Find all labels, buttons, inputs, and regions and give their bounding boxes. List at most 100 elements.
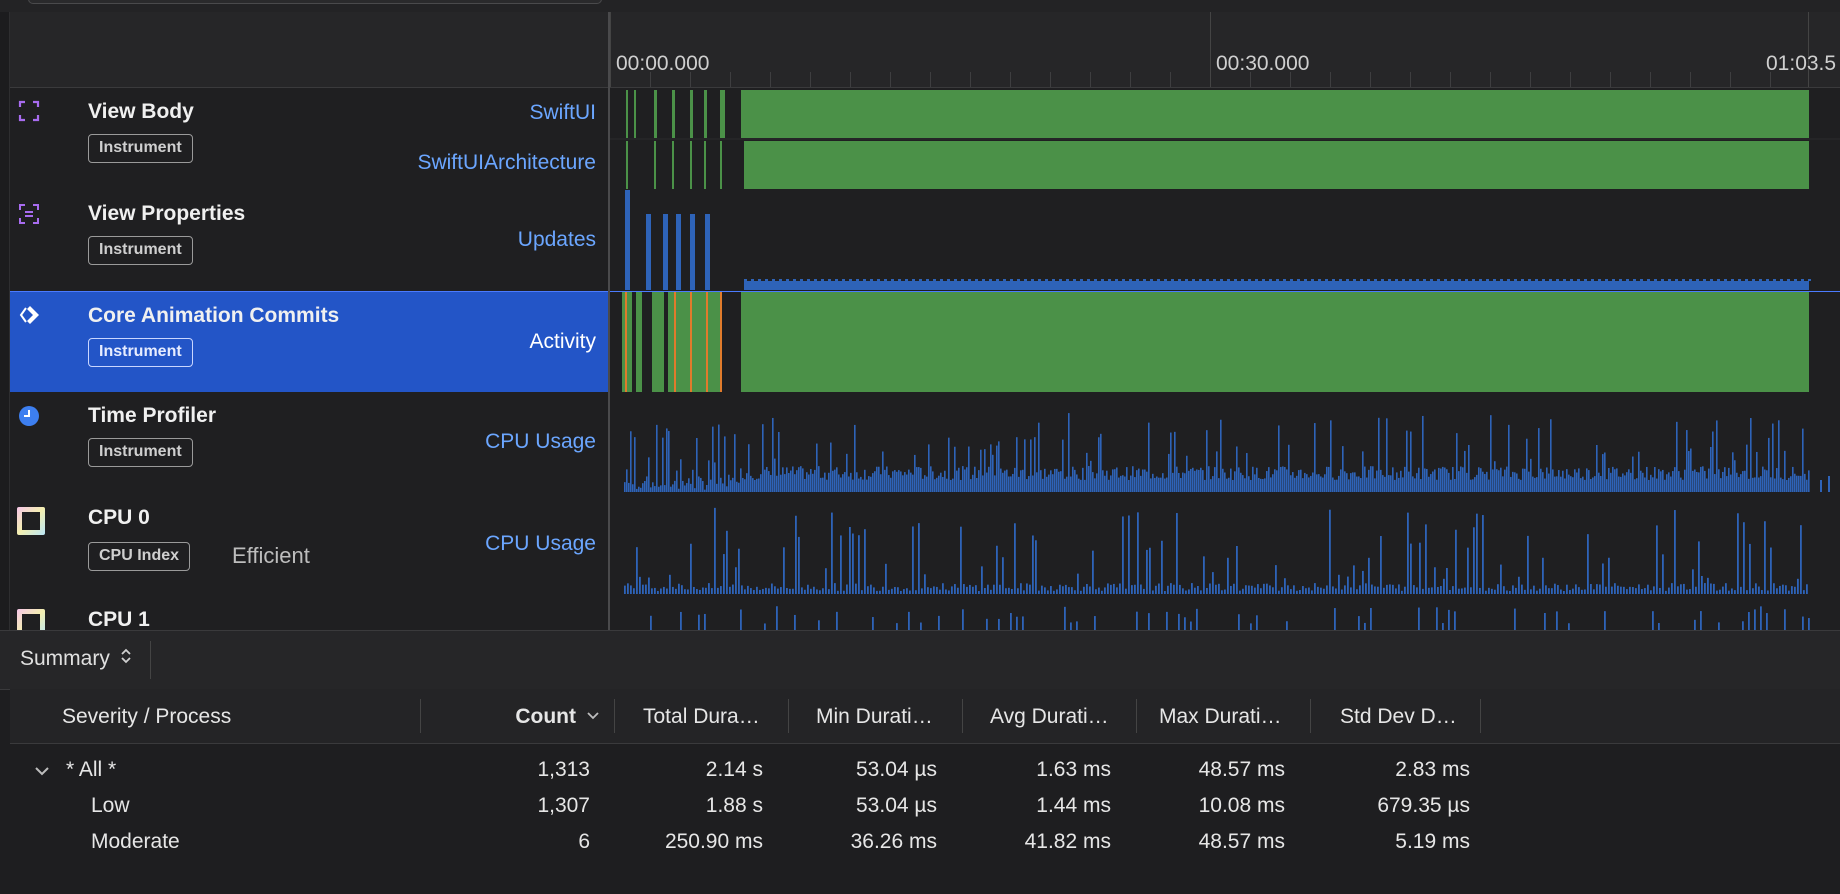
usage-bar	[1454, 478, 1456, 492]
usage-bar	[1058, 471, 1060, 492]
filter-field[interactable]	[28, 0, 602, 4]
usage-bar	[782, 467, 784, 492]
table-row[interactable]: Moderate 6 250.90 ms 36.26 ms 41.82 ms 4…	[10, 830, 1840, 860]
ruler-minor-tick	[1330, 72, 1331, 87]
usage-bar	[1269, 585, 1271, 594]
usage-bar	[1164, 279, 1167, 281]
row-total: 2.14 s	[705, 758, 763, 781]
usage-bar	[720, 477, 722, 492]
usage-bar	[1485, 590, 1487, 594]
usage-bar	[694, 488, 696, 492]
usage-bar	[1692, 470, 1694, 492]
cpu1-graph[interactable]	[610, 596, 1840, 630]
usage-bar	[1186, 455, 1188, 492]
column-max-duration[interactable]: Max Durati…	[1159, 705, 1282, 729]
time-profiler-graph[interactable]	[610, 392, 1840, 494]
lane-label-activity[interactable]: Activity	[529, 330, 596, 354]
usage-bar	[1414, 478, 1416, 492]
usage-bar	[876, 466, 878, 492]
column-separator[interactable]	[614, 699, 615, 733]
usage-bar	[1366, 477, 1368, 492]
usage-bar	[1584, 589, 1586, 594]
usage-bar	[1686, 589, 1688, 594]
usage-bar	[1448, 609, 1450, 630]
usage-bar	[1092, 550, 1094, 594]
usage-bar	[864, 529, 866, 594]
usage-bar	[1535, 279, 1538, 281]
cpu0-graph[interactable]	[610, 494, 1840, 596]
core-animation-graph[interactable]	[610, 292, 1840, 392]
usage-bar	[1806, 584, 1808, 594]
track-cpu-0[interactable]: CPU 0 CPU Index Efficient CPU Usage	[10, 494, 1840, 597]
usage-bar	[1158, 477, 1160, 492]
usage-bar	[1358, 476, 1360, 492]
usage-bar	[1647, 584, 1649, 594]
track-view-body[interactable]: View Body Instrument SwiftUI SwiftUIArch…	[10, 88, 1840, 191]
lane-label-swiftui-architecture[interactable]: SwiftUIArchitecture	[417, 151, 596, 175]
usage-bar	[702, 481, 704, 492]
column-min-duration[interactable]: Min Durati…	[816, 705, 933, 729]
column-severity-process[interactable]: Severity / Process	[62, 705, 231, 729]
usage-bar	[696, 589, 698, 594]
usage-bar	[1330, 420, 1332, 492]
column-separator[interactable]	[788, 699, 789, 733]
lane-label-cpu-usage[interactable]: CPU Usage	[485, 430, 596, 454]
usage-bar	[1248, 279, 1251, 281]
track-core-animation-commits[interactable]: Core Animation Commits Instrument Activi…	[10, 291, 1840, 394]
usage-bar	[1706, 478, 1708, 492]
usage-bar	[786, 588, 788, 594]
usage-bar	[976, 477, 978, 492]
usage-bar	[1624, 475, 1626, 492]
usage-bar	[1700, 466, 1702, 492]
column-avg-duration[interactable]: Avg Durati…	[990, 705, 1109, 729]
lane-label-cpu-usage[interactable]: CPU Usage	[485, 532, 596, 556]
lane-label-swiftui[interactable]: SwiftUI	[529, 101, 596, 125]
timeline-divider[interactable]	[608, 12, 610, 630]
usage-bar	[1572, 477, 1574, 492]
usage-bar	[843, 590, 845, 594]
cpu-core-icon	[16, 506, 46, 541]
column-separator[interactable]	[1480, 699, 1481, 733]
usage-bar	[1708, 468, 1710, 492]
usage-bar	[1203, 556, 1205, 594]
column-separator[interactable]	[1136, 699, 1137, 733]
summary-selector[interactable]: Summary	[20, 647, 132, 671]
usage-bar	[693, 586, 695, 594]
usage-bar	[770, 474, 772, 492]
usage-bar	[840, 477, 842, 492]
column-separator[interactable]	[962, 699, 963, 733]
track-cpu-1[interactable]: CPU 1	[10, 596, 1840, 630]
usage-bar	[886, 466, 888, 492]
column-total-duration[interactable]: Total Dura…	[643, 705, 760, 729]
disclosure-chevron-down-icon[interactable]	[34, 764, 50, 782]
usage-bar	[1560, 589, 1562, 594]
usage-bar	[1656, 525, 1658, 594]
ruler-minor-tick	[970, 72, 971, 87]
track-time-profiler[interactable]: Time Profiler Instrument CPU Usage	[10, 392, 1840, 495]
table-row[interactable]: Low 1,307 1.88 s 53.04 µs 1.44 ms 10.08 …	[10, 794, 1840, 824]
timeline-ruler[interactable]: 00:00.000 00:30.000 01:03.5	[610, 12, 1840, 88]
usage-bar	[1563, 279, 1566, 281]
usage-bar	[1392, 467, 1394, 492]
view-properties-graph[interactable]	[610, 190, 1840, 291]
lane-label-updates[interactable]: Updates	[518, 228, 596, 252]
usage-bar	[789, 588, 791, 594]
ruler-minor-tick	[1170, 72, 1171, 87]
column-separator[interactable]	[420, 699, 421, 733]
usage-bar	[1704, 470, 1706, 492]
column-count[interactable]: Count	[430, 705, 576, 729]
usage-bar	[1611, 586, 1613, 594]
view-body-graph[interactable]	[610, 88, 1840, 190]
table-header: Severity / Process Count Total Dura… Min…	[10, 689, 1840, 744]
column-std-dev-duration[interactable]: Std Dev D…	[1340, 705, 1457, 729]
sort-descending-chevron-icon[interactable]	[586, 709, 600, 727]
column-separator[interactable]	[1310, 699, 1311, 733]
table-row[interactable]: * All * 1,313 2.14 s 53.04 µs 1.63 ms 48…	[10, 758, 1840, 788]
usage-bar	[993, 584, 995, 594]
view-properties-icon	[18, 203, 40, 230]
usage-bar	[1416, 473, 1418, 492]
usage-bar	[1596, 584, 1598, 594]
usage-bar	[1755, 583, 1757, 594]
usage-bar	[1452, 467, 1454, 492]
track-view-properties[interactable]: View Properties Instrument Updates	[10, 190, 1840, 292]
